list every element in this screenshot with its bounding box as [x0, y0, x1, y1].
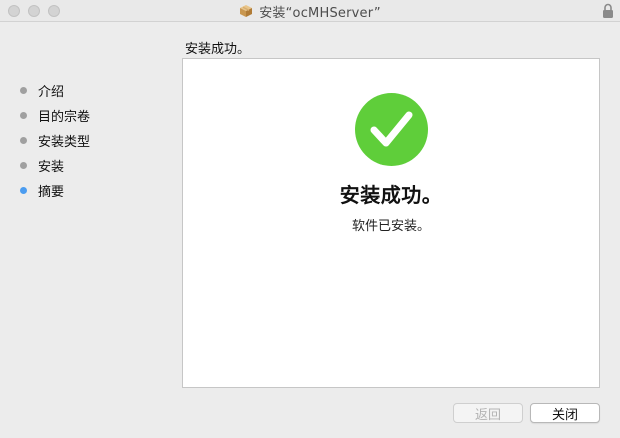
sidebar-step-label: 摘要 — [38, 185, 65, 200]
title-group: 安装“ocMHServer” — [0, 0, 620, 22]
success-heading: 安装成功。 — [339, 183, 443, 207]
window-title: 安装“ocMHServer” — [259, 5, 381, 21]
close-button[interactable]: 关闭 — [530, 403, 600, 423]
content-panel: 安装成功。 软件已安装。 — [182, 58, 600, 388]
close-window-button[interactable] — [8, 5, 20, 17]
sidebar-step-install-type: 安装类型 — [0, 128, 170, 153]
back-button[interactable]: 返回 — [453, 403, 523, 423]
step-indicator-dot — [20, 87, 27, 94]
step-sidebar: 介绍 目的宗卷 安装类型 安装 摘要 — [0, 78, 170, 203]
sidebar-step-summary: 摘要 — [0, 178, 170, 203]
installer-window: 安装“ocMHServer” 安装成功。 介绍 目的宗卷 安装类型 安装 摘要 — [0, 0, 620, 438]
sidebar-step-destination: 目的宗卷 — [0, 103, 170, 128]
success-subtext: 软件已安装。 — [351, 219, 430, 234]
sidebar-step-label: 安装类型 — [38, 135, 91, 150]
sidebar-step-installation: 安装 — [0, 153, 170, 178]
sidebar-step-label: 目的宗卷 — [38, 110, 91, 125]
sidebar-step-label: 安装 — [38, 160, 65, 175]
zoom-window-button[interactable] — [48, 5, 60, 17]
checkmark-circle-icon — [355, 93, 428, 166]
sidebar-step-label: 介绍 — [38, 85, 65, 100]
step-indicator-dot-active — [20, 187, 27, 194]
lock-icon — [603, 3, 613, 18]
sidebar-step-introduction: 介绍 — [0, 78, 170, 103]
section-title: 安装成功。 — [185, 42, 251, 57]
package-icon — [240, 5, 253, 17]
step-indicator-dot — [20, 112, 27, 119]
minimize-window-button[interactable] — [28, 5, 40, 17]
step-indicator-dot — [20, 137, 27, 144]
step-indicator-dot — [20, 162, 27, 169]
title-bar: 安装“ocMHServer” — [0, 0, 620, 22]
